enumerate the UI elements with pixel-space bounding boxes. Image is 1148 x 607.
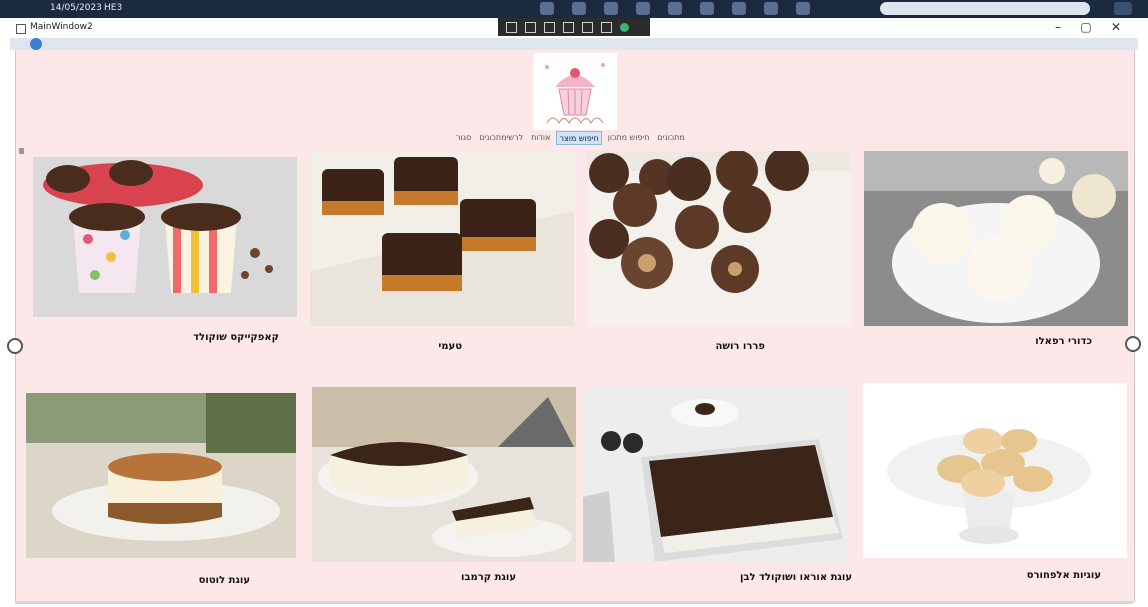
recorder-region-icon[interactable] bbox=[544, 21, 555, 33]
recipe-photo-alfajores bbox=[863, 383, 1127, 558]
main-nav: מתכונים חיפוש מתכון חיפוש מוצר אודות לרש… bbox=[454, 131, 687, 145]
nav-about[interactable]: אודות bbox=[529, 131, 552, 145]
taskbar-app-icon[interactable] bbox=[764, 2, 778, 15]
taskbar-app-icon[interactable] bbox=[732, 2, 746, 15]
nav-search-product[interactable]: חיפוש מוצר bbox=[556, 131, 602, 145]
recipe-photo-cupcakes bbox=[33, 157, 297, 317]
recipe-card-cupcakes[interactable]: קאפקייקס שוקולד bbox=[33, 157, 297, 381]
taskbar-app-icon[interactable] bbox=[668, 2, 682, 15]
recipe-title: כדורי רפאלו bbox=[1035, 336, 1092, 347]
left-resize-handle[interactable] bbox=[7, 338, 23, 354]
recorder-record-icon[interactable] bbox=[506, 21, 517, 33]
recipe-photo-krembo-cake bbox=[312, 387, 576, 562]
recorder-screen-icon[interactable] bbox=[563, 21, 574, 33]
recipe-title: טעמי bbox=[438, 341, 462, 352]
maximize-button[interactable]: ▢ bbox=[1073, 20, 1099, 34]
taskbar-app-icon[interactable] bbox=[636, 2, 650, 15]
window-bottom-edge bbox=[15, 601, 1133, 604]
recorder-audio-icon[interactable] bbox=[601, 21, 612, 33]
window-icon bbox=[16, 24, 26, 34]
taskbar-app-icon[interactable] bbox=[572, 2, 586, 15]
taskbar-date: 14/05/2023 bbox=[50, 3, 102, 13]
taskbar-app-icon[interactable] bbox=[796, 2, 810, 15]
nav-close[interactable]: סגור bbox=[454, 131, 473, 145]
scroll-indicator[interactable] bbox=[19, 148, 24, 154]
nav-my-recipes[interactable]: לרשימתכונים bbox=[477, 131, 525, 145]
nav-search-recipe[interactable]: חיפוש מתכון bbox=[606, 131, 652, 145]
recipe-photo-taami bbox=[310, 151, 574, 326]
cake-bake-logo bbox=[533, 53, 617, 130]
window-title: MainWindow2 bbox=[30, 22, 93, 32]
recipe-title: פררו רושה bbox=[715, 341, 765, 352]
main-content: מתכונים חיפוש מתכון חיפוש מוצר אודות לרש… bbox=[15, 50, 1135, 602]
taskbar-tray-icon[interactable] bbox=[1114, 2, 1132, 15]
right-resize-handle[interactable] bbox=[1125, 336, 1141, 352]
nav-recipes[interactable]: מתכונים bbox=[655, 131, 686, 145]
recorder-start-icon[interactable] bbox=[620, 22, 629, 32]
recipe-title: עוגת אוראו ושוקולד לבן bbox=[739, 572, 852, 583]
recipe-photo-oreo-cake bbox=[583, 387, 847, 562]
recorder-window-icon[interactable] bbox=[525, 21, 536, 33]
recipe-title: קאפקייקס שוקולד bbox=[193, 332, 279, 343]
recipe-card-alfajores[interactable]: עוגיות אלפחורס bbox=[863, 383, 1127, 598]
app-globe-icon[interactable] bbox=[30, 38, 42, 50]
recorder-toolbar bbox=[498, 18, 650, 36]
recipe-photo-raffaello bbox=[864, 151, 1128, 326]
recipe-card-taami[interactable]: טעמי bbox=[310, 151, 574, 381]
close-button[interactable]: ✕ bbox=[1103, 20, 1129, 34]
recipe-photo-ferrero bbox=[587, 151, 851, 326]
recipe-card-oreo-cake[interactable]: עוגת אוראו ושוקולד לבן bbox=[583, 387, 852, 598]
recipe-card-lotus-cake[interactable]: עוגת לוטוס bbox=[26, 393, 296, 598]
recipe-title: עוגת לוטוס bbox=[198, 575, 250, 586]
taskbar: 14/05/2023 HE3 bbox=[0, 0, 1148, 18]
menu-strip bbox=[10, 38, 1138, 50]
taskbar-app-icon[interactable] bbox=[540, 2, 554, 15]
recipe-card-raffaello[interactable]: כדורי רפאלו bbox=[864, 151, 1128, 381]
recipe-title: עוגיות אלפחורס bbox=[1026, 570, 1101, 581]
taskbar-time: HE3 bbox=[104, 3, 123, 13]
taskbar-app-icons bbox=[540, 2, 810, 15]
recipe-photo-lotus-cake bbox=[26, 393, 296, 558]
taskbar-app-icon[interactable] bbox=[604, 2, 618, 15]
recorder-display-icon[interactable] bbox=[582, 21, 593, 33]
taskbar-search-box[interactable] bbox=[880, 2, 1090, 15]
recipe-card-krembo-cake[interactable]: עוגת קרמבו bbox=[312, 387, 576, 598]
minimize-button[interactable]: – bbox=[1045, 20, 1071, 34]
recipe-title: עוגת קרמבו bbox=[460, 572, 516, 583]
recipe-card-ferrero[interactable]: פררו רושה bbox=[587, 151, 851, 381]
taskbar-app-icon[interactable] bbox=[700, 2, 714, 15]
